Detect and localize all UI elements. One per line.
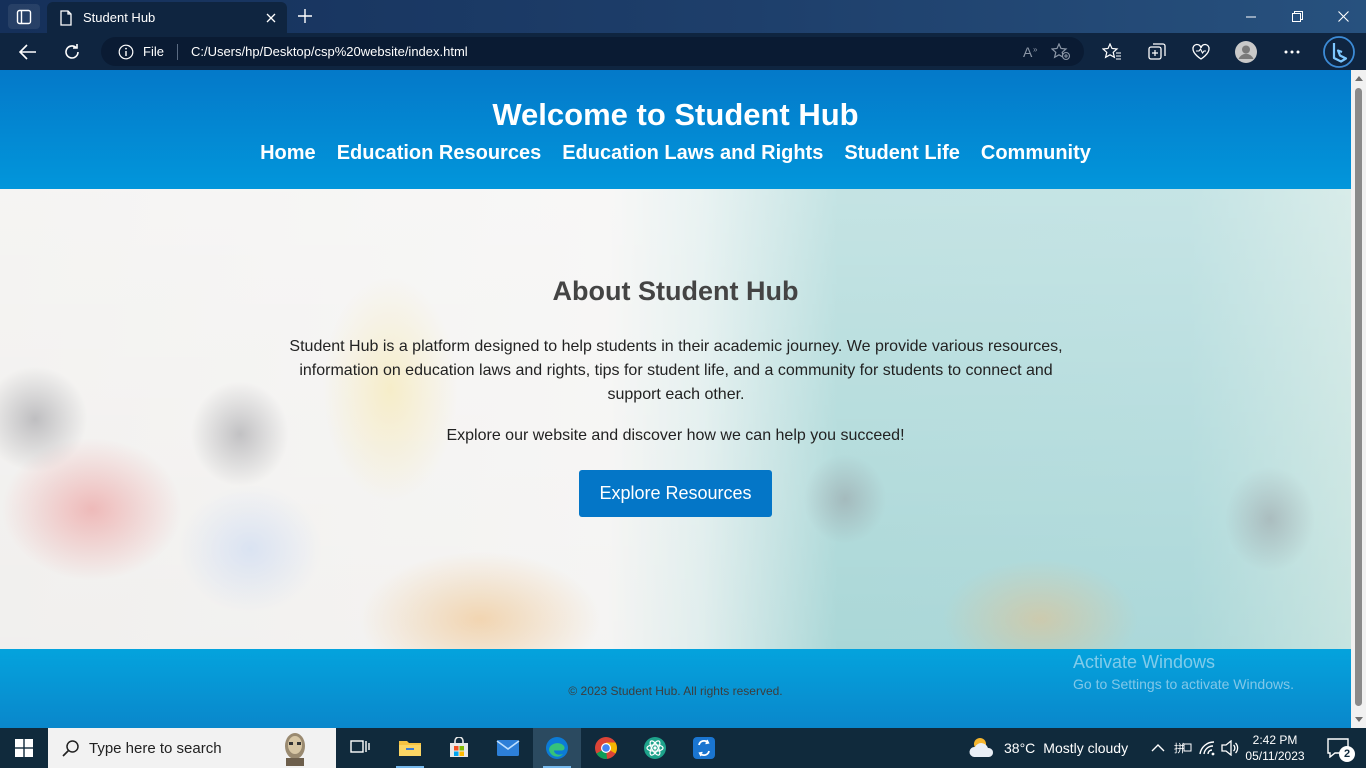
clock-date: 05/11/2023 [1245,749,1305,763]
notification-count-badge: 2 [1339,746,1355,762]
hero-explore-text: Explore our website and discover how we … [446,427,905,444]
file-explorer-icon[interactable] [386,728,434,768]
more-options-icon[interactable] [1278,39,1306,65]
svg-text:拼: 拼 [1174,741,1185,755]
windows-logo-icon [15,739,33,757]
page-icon [59,9,73,26]
page-scrollbar[interactable] [1351,70,1366,728]
tab-close-icon[interactable] [261,8,281,28]
windows-taskbar: Type here to search 38°C Mostly cloudy 拼 [0,728,1366,768]
bing-chat-icon[interactable] [1322,35,1356,69]
browser-toolbar: File C:/Users/hp/Desktop/csp%20website/i… [0,33,1366,70]
close-window-icon[interactable] [1320,0,1366,33]
show-hidden-icons-icon[interactable] [1151,728,1165,768]
explore-resources-button[interactable]: Explore Resources [579,470,772,517]
read-aloud-icon[interactable]: A» [1016,37,1046,66]
refresh-icon[interactable] [58,38,86,66]
weather-condition: Mostly cloudy [1043,740,1129,756]
collections-icon[interactable] [1143,39,1171,65]
search-placeholder: Type here to search [89,739,222,757]
back-icon[interactable] [14,38,42,66]
edge-taskbar-icon[interactable] [533,728,581,768]
url-text[interactable]: C:/Users/hp/Desktop/csp%20website/index.… [191,44,1016,59]
activate-windows-watermark: Activate Windows Go to Settings to activ… [1073,652,1294,692]
site-nav: Home Education Resources Education Laws … [0,142,1351,165]
hero-heading: About Student Hub [552,276,799,306]
start-button[interactable] [0,728,48,768]
watermark-subtitle: Go to Settings to activate Windows. [1073,676,1294,692]
restore-icon[interactable] [1274,0,1320,33]
weather-temperature: 38°C [1004,740,1036,756]
taskbar-clock[interactable]: 2:42 PM 05/11/2023 [1240,732,1310,764]
scroll-up-icon[interactable] [1355,76,1363,81]
svg-text:A: A [1023,44,1033,60]
search-highlight-image [285,733,305,766]
mail-icon[interactable] [484,728,532,768]
new-tab-icon[interactable] [294,5,316,27]
browser-tab[interactable]: Student Hub [47,2,287,33]
nav-link-home[interactable]: Home [260,142,316,165]
page-viewport: Welcome to Student Hub Home Education Re… [0,70,1351,728]
search-icon [62,739,80,757]
favorites-icon[interactable] [1098,39,1126,65]
address-divider [176,43,178,60]
task-view-icon[interactable] [336,728,384,768]
add-favorite-icon[interactable] [1046,37,1076,66]
hero-content: About Student Hub Student Hub is a platf… [0,189,1351,649]
remote-desktop-icon[interactable] [680,728,728,768]
atom-icon[interactable] [631,728,679,768]
browser-essentials-icon[interactable] [1187,39,1215,65]
url-scheme: File [143,44,164,59]
input-language-icon[interactable]: 拼 [1174,728,1192,768]
network-icon[interactable] [1198,728,1216,768]
scrollbar-thumb[interactable] [1355,88,1362,706]
weather-widget[interactable]: 38°C Mostly cloudy [968,728,1128,768]
profile-avatar[interactable] [1232,39,1260,65]
browser-tab-bar: Student Hub [0,0,1366,33]
info-icon[interactable] [118,44,134,60]
weather-cloudy-icon [969,738,994,757]
watermark-title: Activate Windows [1073,652,1216,672]
microsoft-store-icon[interactable] [435,728,483,768]
address-bar[interactable]: File C:/Users/hp/Desktop/csp%20website/i… [101,37,1084,66]
tab-actions-icon[interactable] [8,4,40,29]
nav-link-student-life[interactable]: Student Life [844,142,960,165]
minimize-icon[interactable] [1228,0,1274,33]
tab-title: Student Hub [83,10,156,25]
nav-link-education-resources[interactable]: Education Resources [337,142,542,165]
site-header: Welcome to Student Hub Home Education Re… [0,70,1351,189]
volume-icon[interactable] [1221,728,1239,768]
taskbar-search-box[interactable]: Type here to search [48,728,336,768]
nav-link-education-laws[interactable]: Education Laws and Rights [562,142,823,165]
scroll-down-icon[interactable] [1355,717,1363,722]
clock-time: 2:42 PM [1252,733,1298,747]
notifications-icon[interactable]: 2 [1318,728,1358,768]
chrome-icon[interactable] [582,728,630,768]
nav-link-community[interactable]: Community [981,142,1091,165]
svg-text:»: » [1033,45,1038,54]
site-title: Welcome to Student Hub [492,97,859,132]
hero-section: About Student Hub Student Hub is a platf… [0,189,1351,649]
hero-description: Student Hub is a platform designed to he… [289,338,1063,403]
